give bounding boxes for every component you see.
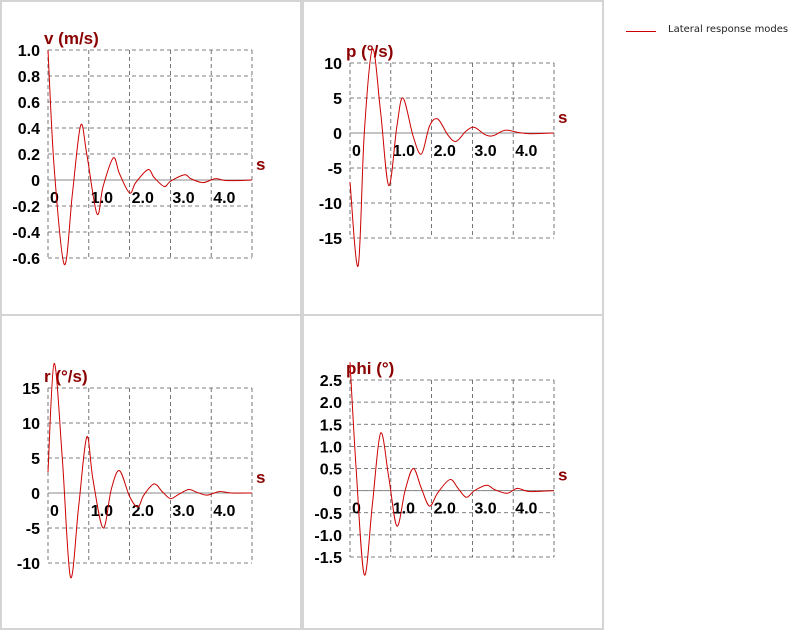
chart-panel-v: 1.0 0.8 0.6 0.4 0.2 0 -0.2 -0.4 -0.6 0 1.0 2.0 3.0 4.…: [0, 0, 302, 316]
chart-panel-p: 10 5 0 -5 -10 -15 0 1.0 2.0 3.0 4.0 s p (°/s): [302, 0, 604, 316]
y-tick-label: 0.2: [18, 147, 40, 164]
y-tick-label: -15: [319, 231, 342, 248]
x-tick-label: 4.0: [515, 501, 537, 518]
y-tick-label: 15: [22, 381, 40, 398]
chart-title-p: p (°/s): [346, 42, 393, 61]
y-tick-label: 0.5: [320, 462, 342, 479]
y-tick-label: -10: [17, 556, 40, 573]
y-tick-label: 2.0: [320, 395, 342, 412]
chart-svg-r: 151050-5-100 1.0 2.0 3.0 4.0sr (°/s): [17, 362, 265, 579]
x-tick-label: 3.0: [172, 190, 194, 207]
x-tick-label: 0: [50, 503, 59, 520]
x-tick-label: 4.0: [213, 190, 235, 207]
y-tick-label: -1.5: [314, 550, 342, 567]
y-tick-label: 2.5: [320, 373, 342, 390]
x-axis-label: s: [558, 466, 567, 485]
series-line-v: [47, 49, 253, 266]
legend-label: Lateral response modes: [668, 24, 789, 35]
y-tick-label: 1.0: [320, 439, 342, 456]
y-tick-label: 0.4: [18, 121, 40, 138]
x-axis-label: s: [256, 468, 265, 487]
x-tick-label: 3.0: [474, 143, 496, 160]
y-tick-label: 1.0: [18, 43, 40, 60]
y-tick-label: 0.6: [18, 95, 40, 112]
x-axis-label: s: [256, 155, 265, 174]
y-tick-label: 0: [31, 486, 40, 503]
y-tick-label: -0.6: [12, 251, 40, 268]
y-tick-label: 1.5: [320, 417, 342, 434]
chart-panel-r: 15 10 5 0 -5 -10 0 1.0 2.0 3.0 4.0 s r (°/s): [0, 314, 302, 630]
y-tick-label: 10: [324, 56, 342, 73]
chart-svg-p: 10 5 0 -5 -10 -15 0 1.0 2.0 3.0 4.0 s p (°/s): [319, 42, 567, 267]
y-tick-label: 10: [22, 416, 40, 433]
x-tick-label: 3.0: [474, 501, 496, 518]
y-tick-label: -0.2: [12, 199, 40, 216]
y-tick-label: -5: [328, 161, 342, 178]
y-tick-label: -10: [319, 196, 342, 213]
x-tick-label: 0: [352, 143, 361, 160]
y-tick-label: -1.0: [314, 528, 342, 545]
x-tick-label: 1.0: [91, 503, 113, 520]
chart-svg-v: 1.00.80.60.40.20-0.2-0.4-0.60 1.0 2.0 3.0 4.…: [12, 29, 265, 268]
x-tick-label: 0: [352, 501, 361, 518]
x-tick-label: 3.0: [172, 503, 194, 520]
x-tick-label: 2.0: [434, 501, 456, 518]
series-line-r: [47, 362, 253, 579]
y-tick-label: -0.4: [12, 225, 40, 242]
y-tick-label: 0.8: [18, 69, 40, 86]
x-tick-label: 2.0: [434, 143, 456, 160]
x-tick-label: 4.0: [213, 503, 235, 520]
y-tick-label: 0: [333, 126, 342, 143]
legend-swatch: [626, 31, 656, 32]
chart-title-phi: phi (°): [346, 359, 394, 378]
chart-title-v: v (m/s): [44, 29, 99, 48]
x-tick-label: 0: [50, 190, 59, 207]
y-tick-label: -0.5: [314, 506, 342, 523]
chart-svg-phi: 2.5 2.0 1.5 1.0 0.5 0 -0.5 -1.0 -1.5 0 1.0 2.0 3.0 4.…: [314, 359, 567, 576]
x-tick-label: 1.0: [393, 143, 415, 160]
x-tick-label: 4.0: [515, 143, 537, 160]
chart-title-r: r (°/s): [44, 367, 88, 386]
y-tick-label: 0: [31, 173, 40, 190]
chart-panel-phi: 2.5 2.0 1.5 1.0 0.5 0 -0.5 -1.0 -1.5 0 1.0 2.0 3.0 4.…: [302, 314, 604, 630]
x-tick-label: 2.0: [132, 190, 154, 207]
y-tick-label: 5: [333, 91, 342, 108]
legend: Lateral response modes: [620, 20, 800, 44]
y-tick-label: 5: [31, 451, 40, 468]
y-tick-label: 0: [333, 484, 342, 501]
x-axis-label: s: [558, 108, 567, 127]
x-tick-label: 1.0: [393, 501, 415, 518]
y-tick-label: -5: [26, 521, 40, 538]
